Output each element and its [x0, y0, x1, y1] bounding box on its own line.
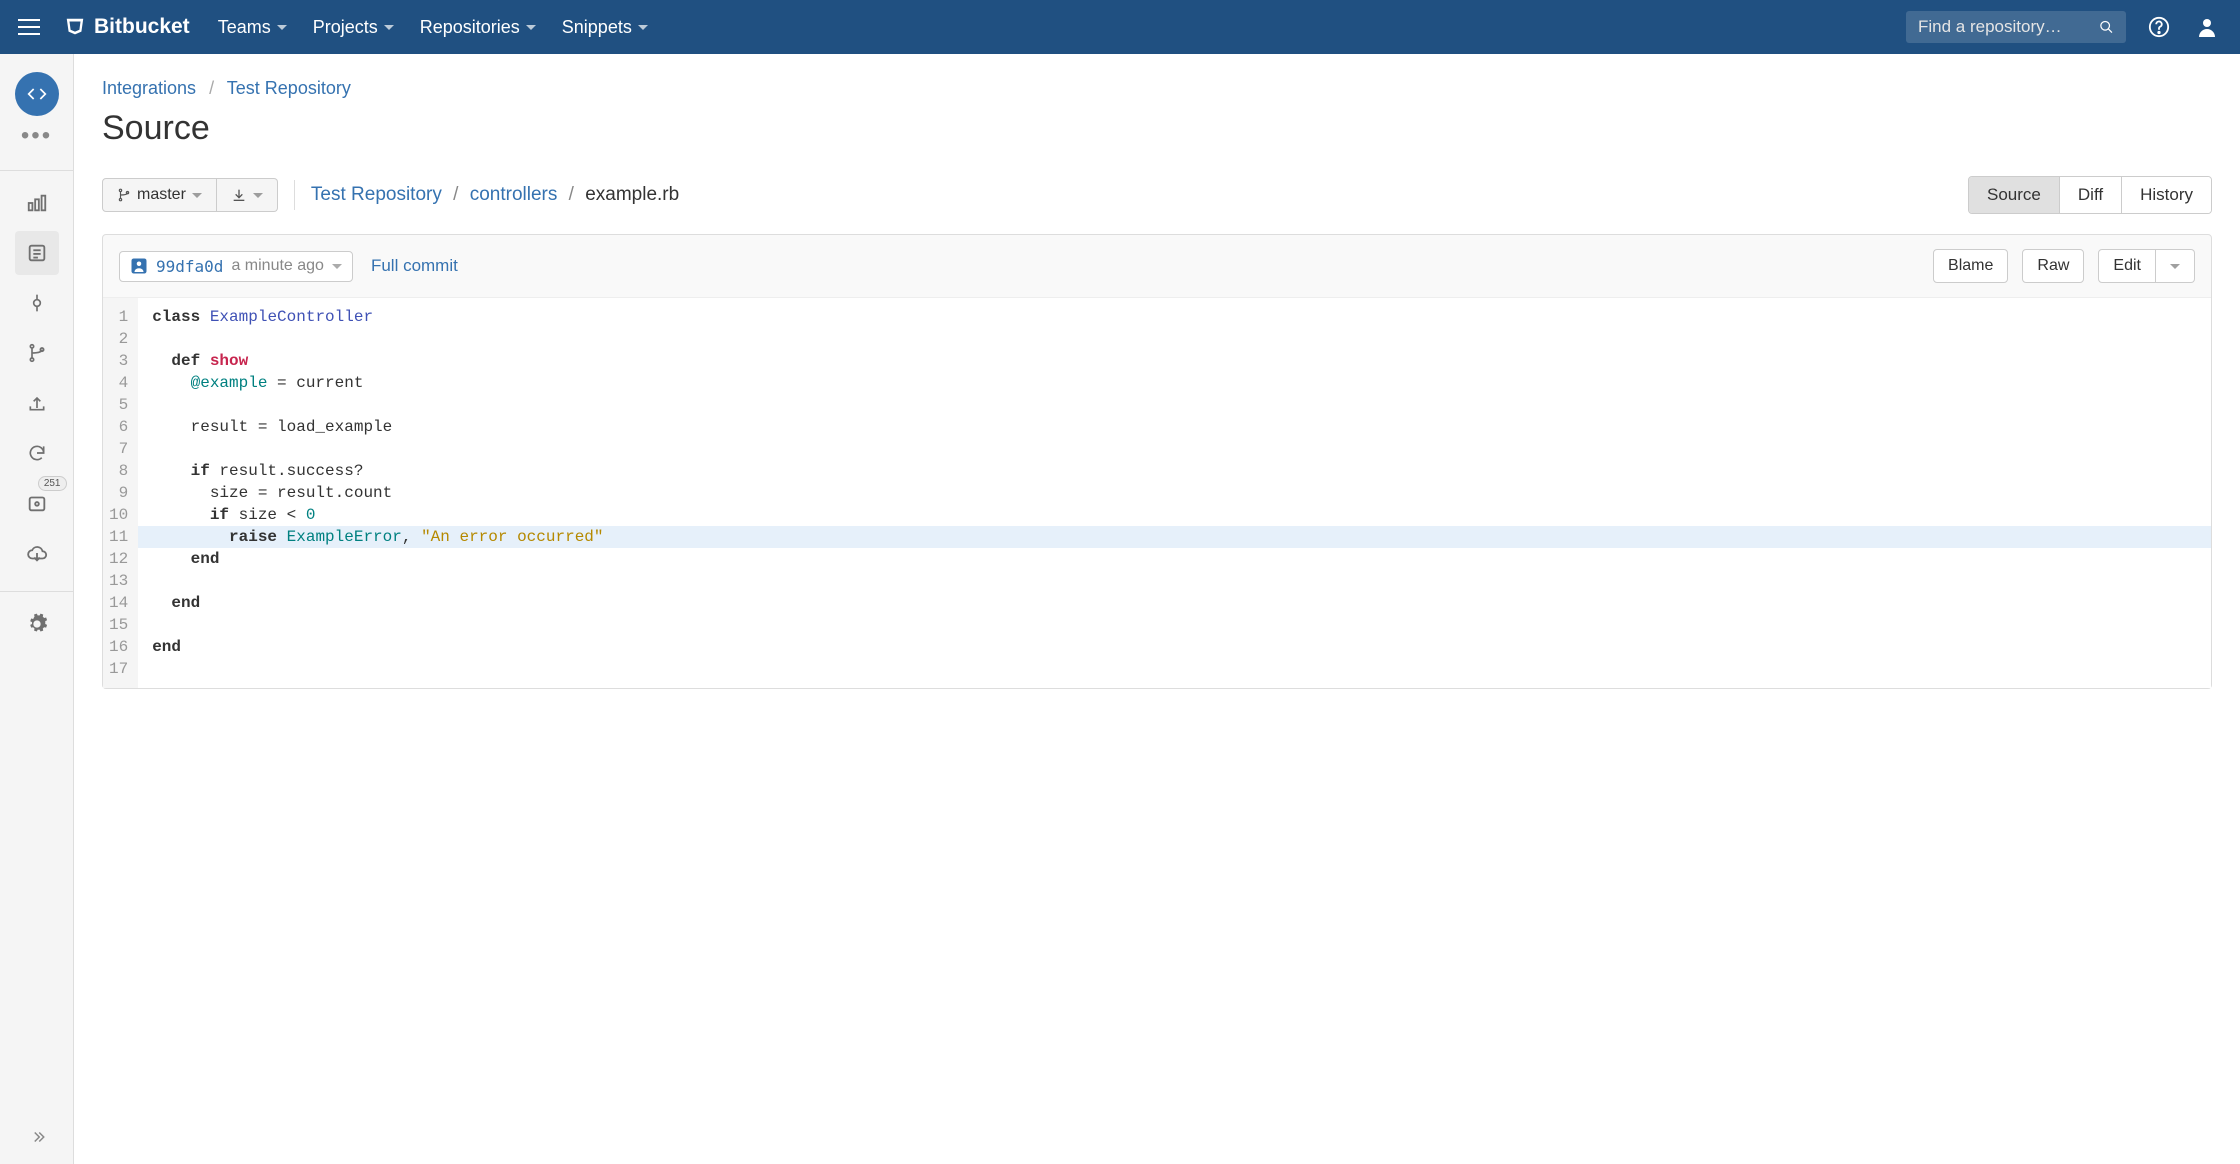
code-line: if size < 0 [138, 504, 2211, 526]
sidebar-sync-icon[interactable] [15, 431, 59, 475]
sidebar-expand-icon[interactable] [28, 1128, 46, 1146]
chevron-down-icon [384, 25, 394, 30]
sidebar-more-icon[interactable]: ••• [21, 122, 52, 150]
nav-repositories[interactable]: Repositories [420, 17, 536, 38]
sidebar-pull-requests-icon[interactable]: 251 [15, 481, 59, 525]
code-line: @example = current [138, 372, 2211, 394]
code-line: size = result.count [138, 482, 2211, 504]
help-icon[interactable] [2144, 12, 2174, 42]
code-line: end [138, 548, 2211, 570]
nav-snippets[interactable]: Snippets [562, 17, 648, 38]
commit-hash: 99dfa0d [156, 257, 223, 276]
edit-dropdown[interactable] [2156, 249, 2195, 283]
branch-icon [117, 188, 131, 202]
sidebar-cloud-icon[interactable] [15, 531, 59, 575]
code-line [138, 394, 2211, 416]
path-repo[interactable]: Test Repository [311, 184, 442, 205]
full-commit-link[interactable]: Full commit [371, 256, 458, 276]
sidebar-overview-icon[interactable] [15, 181, 59, 225]
chevron-down-icon [332, 264, 342, 269]
search-box[interactable] [1906, 11, 2126, 43]
edit-button[interactable]: Edit [2098, 249, 2156, 283]
chevron-down-icon [192, 193, 202, 198]
sidebar-branches-icon[interactable] [15, 331, 59, 375]
blame-button[interactable]: Blame [1933, 249, 2008, 283]
tab-diff[interactable]: Diff [2060, 177, 2122, 213]
chevron-down-icon [638, 25, 648, 30]
nav-projects[interactable]: Projects [313, 17, 394, 38]
file-path: Test Repository / controllers / example.… [311, 184, 679, 206]
code-line [138, 328, 2211, 350]
commit-badge[interactable]: 99dfa0d a minute ago [119, 251, 353, 282]
search-input[interactable] [1918, 17, 2099, 37]
code-line [138, 570, 2211, 592]
nav-teams[interactable]: Teams [218, 17, 287, 38]
left-sidebar: ••• 251 [0, 54, 74, 1164]
bitbucket-logo[interactable]: Bitbucket [64, 15, 190, 39]
sidebar-badge: 251 [38, 476, 67, 491]
tab-source[interactable]: Source [1969, 177, 2060, 213]
chevron-down-icon [277, 25, 287, 30]
sidebar-settings-icon[interactable] [15, 602, 59, 646]
code-line-highlighted: raise ExampleError, "An error occurred" [138, 526, 2211, 548]
brand-text: Bitbucket [94, 15, 190, 39]
code-line: class ExampleController [138, 306, 2211, 328]
breadcrumb-repo[interactable]: Test Repository [227, 78, 351, 98]
search-icon [2099, 19, 2114, 35]
chevron-down-icon [253, 193, 263, 198]
code-line [138, 614, 2211, 636]
code-line [138, 658, 2211, 680]
code-lines: class ExampleController def show @exampl… [138, 298, 2211, 688]
download-button[interactable] [217, 178, 278, 212]
sidebar-source-icon[interactable] [15, 72, 59, 116]
sidebar-upload-icon[interactable] [15, 381, 59, 425]
user-icon [130, 257, 148, 275]
menu-icon[interactable] [18, 13, 46, 41]
page-title: Source [102, 109, 2212, 148]
sidebar-commits-icon[interactable] [15, 281, 59, 325]
download-icon [231, 187, 247, 203]
breadcrumb-org[interactable]: Integrations [102, 78, 196, 98]
code-line: end [138, 636, 2211, 658]
code-line: if result.success? [138, 460, 2211, 482]
source-panel: 99dfa0d a minute ago Full commit Blame R… [102, 234, 2212, 689]
sidebar-source-nav-icon[interactable] [15, 231, 59, 275]
chevron-down-icon [526, 25, 536, 30]
divider [294, 180, 295, 210]
tab-history[interactable]: History [2122, 177, 2211, 213]
code-line: result = load_example [138, 416, 2211, 438]
path-dir[interactable]: controllers [470, 184, 558, 205]
user-avatar[interactable] [2192, 12, 2222, 42]
code-line: end [138, 592, 2211, 614]
path-file: example.rb [585, 184, 679, 205]
chevron-down-icon [2170, 264, 2180, 269]
line-gutter: 1234567891011121314151617 [103, 298, 138, 688]
breadcrumb: Integrations / Test Repository [102, 78, 2212, 99]
raw-button[interactable]: Raw [2022, 249, 2084, 283]
branch-selector[interactable]: master [102, 178, 217, 212]
view-tabs: Source Diff History [1968, 176, 2212, 214]
code-line [138, 438, 2211, 460]
code-line: def show [138, 350, 2211, 372]
commit-time: a minute ago [231, 257, 324, 275]
code-area: 1234567891011121314151617 class ExampleC… [103, 297, 2211, 688]
